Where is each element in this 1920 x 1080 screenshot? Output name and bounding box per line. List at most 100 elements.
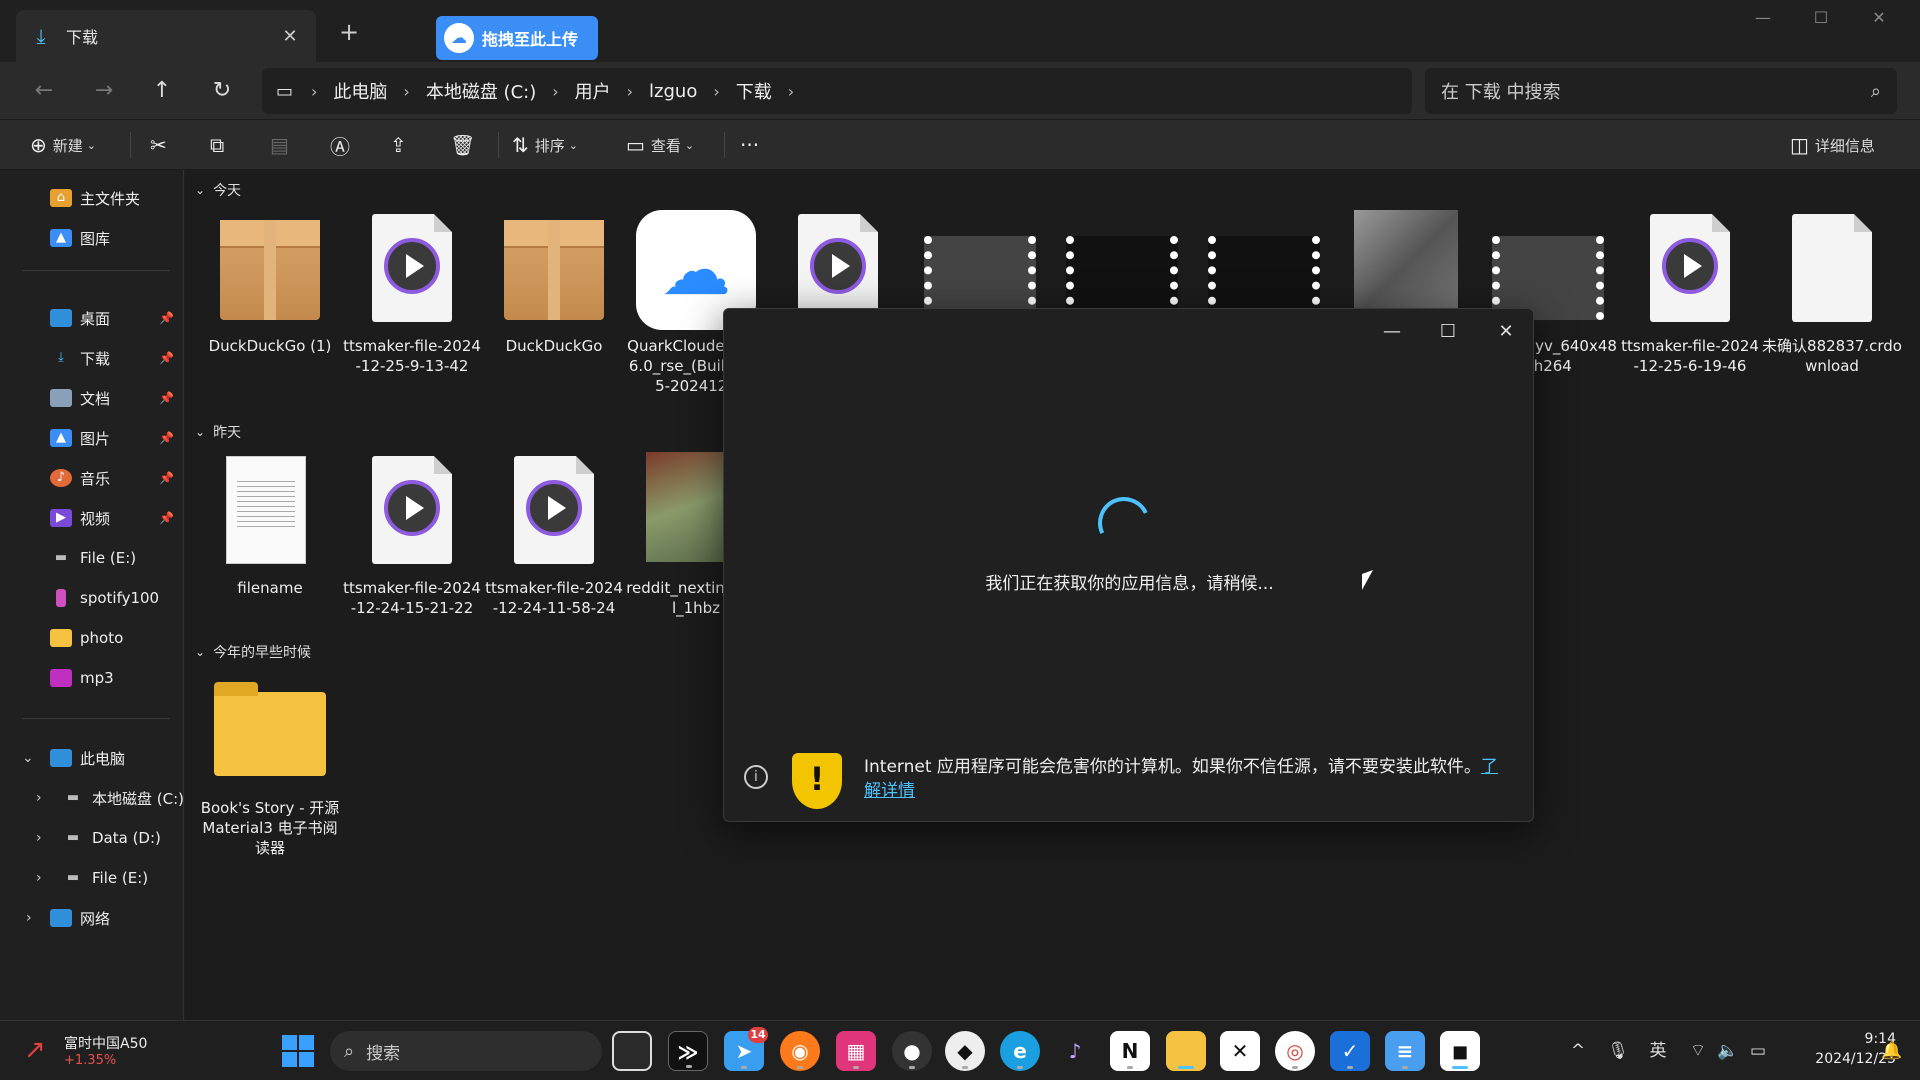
rename-button[interactable]: Ⓐ: [330, 128, 356, 162]
app-icon[interactable]: ▦: [836, 1031, 876, 1071]
app-icon[interactable]: ✓: [1330, 1031, 1370, 1071]
input-method-indicator[interactable]: 英: [1646, 1035, 1670, 1067]
sidebar-item-documents[interactable]: 文档 📌: [0, 380, 184, 416]
taskbar-search[interactable]: ⌕ 搜索: [330, 1031, 602, 1071]
sidebar-item-pictures[interactable]: ▲ 图片 📌: [0, 420, 184, 456]
sidebar-item-drive-e[interactable]: › ▬ File (E:): [0, 860, 184, 896]
group-header-yesterday[interactable]: ⌄ 昨天: [195, 422, 241, 442]
copy-button[interactable]: ⧉: [210, 128, 230, 162]
microphone-icon[interactable]: 🎙: [1606, 1035, 1630, 1067]
breadcrumb-item[interactable]: lzguo: [649, 81, 697, 102]
dialog-close-button[interactable]: ✕: [1486, 317, 1526, 347]
maximize-button[interactable]: ☐: [1794, 8, 1848, 32]
show-hidden-icons-button[interactable]: ^: [1568, 1035, 1588, 1067]
sidebar-item-photo[interactable]: photo: [0, 620, 184, 656]
chevron-right-icon: ›: [403, 81, 410, 101]
wifi-icon[interactable]: ⌔: [1686, 1035, 1710, 1067]
file-item[interactable]: ttsmaker-file-2024-12-25-9-13-42: [342, 210, 482, 376]
sidebar-item-drive-c[interactable]: › ▬ 本地磁盘 (C:): [0, 780, 184, 816]
file-explorer-icon[interactable]: [1166, 1031, 1206, 1071]
details-pane-button[interactable]: ◫ 详细信息: [1790, 128, 1875, 162]
stock-widget[interactable]: ↗ 富时中国A50 +1.35%: [24, 1029, 194, 1073]
chevron-right-icon[interactable]: ›: [36, 870, 42, 886]
new-tab-button[interactable]: +: [335, 18, 363, 46]
breadcrumb-item[interactable]: 此电脑: [333, 78, 387, 104]
warning-message: Internet 应用程序可能会危害你的计算机。如果你不信任源，请不要安装此软件…: [864, 757, 1481, 777]
cut-button[interactable]: ✂: [150, 128, 173, 162]
firefox-icon[interactable]: ◉: [780, 1031, 820, 1071]
folder-icon: [210, 672, 330, 792]
paste-button[interactable]: ▤: [270, 128, 295, 162]
sidebar-item-desktop[interactable]: 桌面 📌: [0, 300, 184, 336]
chevron-right-icon[interactable]: ›: [26, 910, 32, 926]
edge-icon[interactable]: e: [1000, 1031, 1040, 1071]
file-item[interactable]: ttsmaker-file-2024-12-25-6-19-46: [1620, 210, 1760, 376]
address-bar[interactable]: ▭ › 此电脑 › 本地磁盘 (C:) › 用户 › lzguo › 下载 ›: [262, 68, 1412, 114]
file-item[interactable]: DuckDuckGo (1): [200, 210, 340, 356]
group-header-earlier[interactable]: ⌄ 今年的早些时候: [195, 642, 311, 662]
sidebar-item-music[interactable]: ♪ 音乐 📌: [0, 460, 184, 496]
task-view-icon[interactable]: [612, 1031, 652, 1071]
capcut-icon[interactable]: ✕: [1220, 1031, 1260, 1071]
chevron-down-icon[interactable]: ⌄: [22, 750, 34, 766]
file-item[interactable]: ttsmaker-file-2024-12-24-11-58-24: [484, 452, 624, 618]
upload-drop-button[interactable]: ☁ 拖拽至此上传: [436, 16, 598, 60]
sidebar-item-downloads[interactable]: ⤓ 下载 📌: [0, 340, 184, 376]
sidebar-item-spotify100[interactable]: spotify100: [0, 580, 184, 616]
sidebar-item-file-e[interactable]: ▬ File (E:): [0, 540, 184, 576]
more-options-button[interactable]: ···: [740, 128, 765, 162]
sidebar-item-this-pc[interactable]: ⌄ 此电脑: [0, 740, 184, 776]
breadcrumb-item[interactable]: 本地磁盘 (C:): [426, 78, 536, 104]
github-icon[interactable]: ◆: [945, 1031, 985, 1071]
breadcrumb-item[interactable]: 用户: [575, 78, 611, 104]
tab-downloads[interactable]: ⤓ 下载 ✕: [16, 10, 316, 62]
minimize-button[interactable]: —: [1736, 8, 1790, 32]
sidebar-item-drive-d[interactable]: › ▬ Data (D:): [0, 820, 184, 856]
notification-bell-icon[interactable]: 🔔: [1880, 1035, 1904, 1067]
notion-icon[interactable]: N: [1110, 1031, 1150, 1071]
divider: [724, 132, 725, 158]
view-icon: ▭: [626, 133, 645, 157]
file-item[interactable]: 未确认882837.crdownload: [1762, 210, 1902, 376]
file-item[interactable]: Book's Story - 开源 Material3 电子书阅读器: [200, 672, 340, 858]
stock-change: +1.35%: [64, 1053, 117, 1068]
battery-icon[interactable]: ▭: [1746, 1035, 1770, 1067]
sidebar-item-network[interactable]: › 网络: [0, 900, 184, 936]
breadcrumb-item[interactable]: 下载: [736, 78, 772, 104]
start-button[interactable]: [282, 1035, 314, 1067]
chrome-icon[interactable]: ◎: [1275, 1031, 1315, 1071]
file-item[interactable]: filename: [200, 452, 340, 598]
chevron-right-icon[interactable]: ›: [36, 790, 42, 806]
up-button[interactable]: ↑: [142, 72, 182, 110]
close-window-button[interactable]: ✕: [1852, 8, 1906, 32]
sidebar-item-videos[interactable]: ▶ 视频 📌: [0, 500, 184, 536]
file-item[interactable]: DuckDuckGo: [484, 210, 624, 356]
file-item[interactable]: ttsmaker-file-2024-12-24-15-21-22: [342, 452, 482, 618]
music-icon[interactable]: ♪: [1055, 1031, 1095, 1071]
group-header-today[interactable]: ⌄ 今天: [195, 180, 241, 200]
new-button[interactable]: ⊕ 新建 ⌄: [30, 128, 96, 162]
close-tab-icon[interactable]: ✕: [278, 26, 302, 47]
pin-icon: 📌: [159, 471, 174, 485]
telegram-icon[interactable]: ➤ 14: [724, 1027, 768, 1071]
back-button[interactable]: ←: [24, 72, 64, 110]
sidebar-item-mp3[interactable]: mp3: [0, 660, 184, 696]
volume-icon[interactable]: 🔈: [1716, 1035, 1740, 1067]
app-icon[interactable]: ●: [892, 1031, 932, 1071]
app-installer-icon[interactable]: ◼: [1440, 1031, 1480, 1071]
refresh-button[interactable]: ↻: [202, 72, 242, 110]
share-button[interactable]: ⇪: [390, 128, 413, 162]
dialog-maximize-button[interactable]: ☐: [1428, 317, 1468, 347]
sidebar-item-home[interactable]: ⌂ 主文件夹: [0, 180, 184, 216]
loading-spinner: [1090, 489, 1158, 557]
dialog-minimize-button[interactable]: —: [1372, 317, 1412, 347]
notepad-icon[interactable]: ≡: [1385, 1031, 1425, 1071]
sort-button[interactable]: ⇅ 排序 ⌄: [512, 128, 578, 162]
view-button[interactable]: ▭ 查看 ⌄: [626, 128, 694, 162]
sidebar-item-gallery[interactable]: ▲ 图库: [0, 220, 184, 256]
search-input[interactable]: 在 下载 中搜索 ⌕: [1425, 68, 1897, 114]
chevron-right-icon[interactable]: ›: [36, 830, 42, 846]
forward-button[interactable]: →: [84, 72, 124, 110]
delete-button[interactable]: 🗑: [450, 128, 481, 162]
terminal-icon[interactable]: ≫: [668, 1031, 708, 1071]
